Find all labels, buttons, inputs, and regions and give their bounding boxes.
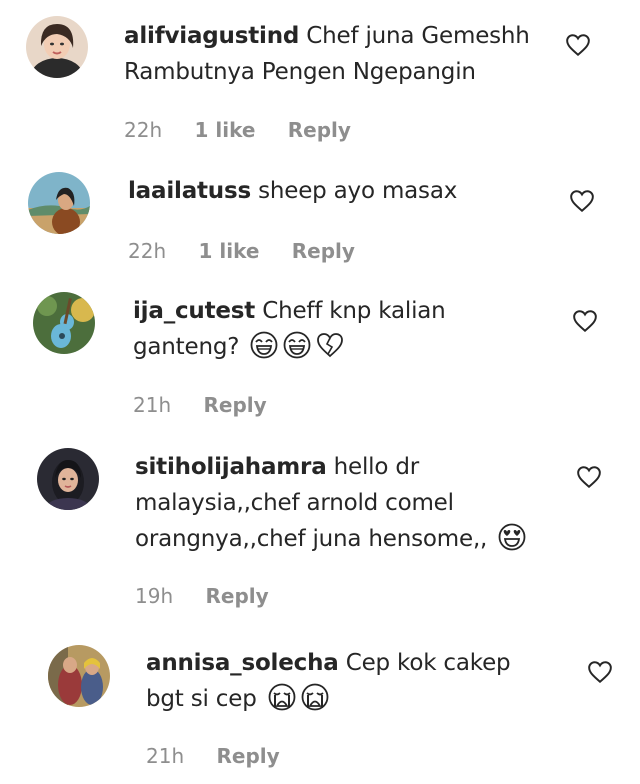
comment-likes[interactable]: 1 like [198, 239, 259, 263]
like-heart-icon[interactable] [587, 660, 613, 684]
broken-heart-emoji [317, 333, 344, 358]
comment-meta: 21h Reply [146, 743, 306, 769]
laughing-crying-emoji [250, 331, 278, 359]
comment-time[interactable]: 22h [128, 239, 166, 263]
laughing-crying-emoji [283, 331, 311, 359]
comment-username[interactable]: alifviagustind [124, 23, 299, 49]
comment-text: ija_cutest Cheff knp kalian ganteng? [133, 293, 446, 365]
avatar[interactable] [26, 16, 88, 78]
comment-body-line: Chef juna Gemeshh [306, 23, 530, 49]
comment-likes[interactable]: 1 like [194, 118, 255, 142]
avatar[interactable] [48, 645, 110, 707]
comment-body-line: Cheff knp kalian [262, 298, 446, 324]
heart-eyes-emoji [498, 523, 526, 551]
comment-meta: 22h 1 like Reply [124, 117, 377, 143]
comment-meta: 22h 1 like Reply [128, 238, 381, 264]
reply-button[interactable]: Reply [288, 118, 351, 142]
like-heart-icon[interactable] [565, 33, 591, 57]
reply-button[interactable]: Reply [205, 584, 268, 608]
like-heart-icon[interactable] [576, 465, 602, 489]
comment-time[interactable]: 22h [124, 118, 162, 142]
like-heart-icon[interactable] [572, 309, 598, 333]
comment-username[interactable]: annisa_solecha [146, 650, 339, 676]
comment-meta: 19h Reply [135, 583, 295, 609]
comment-body-line: Cep kok cakep [345, 650, 511, 676]
comment-text: sitiholijahamra hello dr malaysia,,chef … [135, 449, 527, 557]
comment-username[interactable]: sitiholijahamra [135, 454, 327, 480]
reply-button[interactable]: Reply [203, 393, 266, 417]
avatar[interactable] [33, 292, 95, 354]
comment-body-line: hello dr [333, 454, 420, 480]
loudly-crying-emoji [301, 683, 329, 711]
loudly-crying-emoji [268, 683, 296, 711]
comment-time[interactable]: 19h [135, 584, 173, 608]
comment-body-line: malaysia,,chef arnold comel [135, 490, 454, 516]
comment-meta: 21h Reply [133, 392, 293, 418]
comment-text: annisa_solecha Cep kok cakep bgt si cep [146, 645, 511, 717]
comment-body-line: bgt si cep [146, 686, 257, 712]
comment-body-line: sheep ayo masax [258, 178, 458, 204]
comment-username[interactable]: ija_cutest [133, 298, 255, 324]
comment-body-line: Rambutnya Pengen Ngepangin [124, 59, 476, 85]
comment-text: alifviagustind Chef juna Gemeshh Rambutn… [124, 18, 530, 90]
comment-time[interactable]: 21h [133, 393, 171, 417]
comment-body-line: ganteng? [133, 334, 240, 360]
avatar[interactable] [28, 172, 90, 234]
reply-button[interactable]: Reply [292, 239, 355, 263]
avatar[interactable] [37, 448, 99, 510]
comment-time[interactable]: 21h [146, 744, 184, 768]
comment-body-line: orangnya,,chef juna hensome,, [135, 526, 488, 552]
like-heart-icon[interactable] [569, 189, 595, 213]
comment-text: laailatuss sheep ayo masax [128, 173, 457, 209]
comment-username[interactable]: laailatuss [128, 178, 251, 204]
reply-button[interactable]: Reply [216, 744, 279, 768]
